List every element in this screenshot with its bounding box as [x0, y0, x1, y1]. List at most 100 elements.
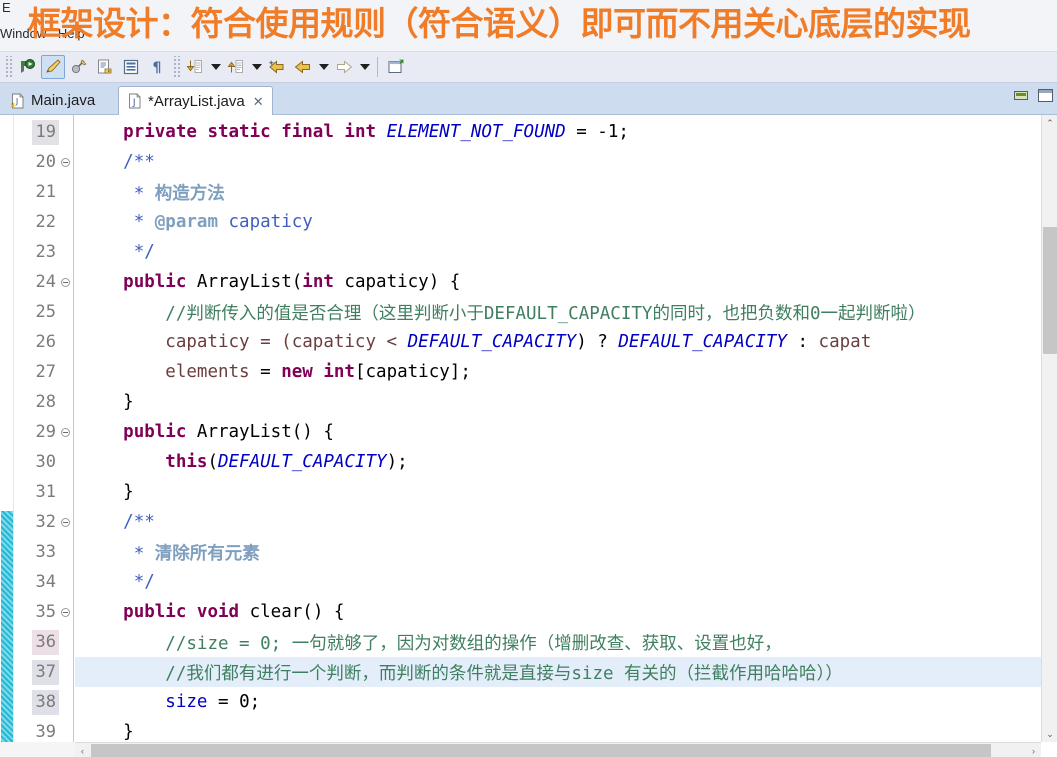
line-number[interactable]: 23 — [14, 237, 74, 267]
code-text-area[interactable]: private static final int ELEMENT_NOT_FOU… — [75, 115, 1057, 742]
fold-collapse-icon[interactable] — [59, 607, 72, 617]
scroll-right-icon[interactable]: › — [1026, 743, 1041, 757]
next-annotation-dropdown[interactable] — [208, 55, 223, 79]
code-line[interactable]: * 构造方法 — [75, 177, 1057, 207]
line-number-label: 31 — [35, 481, 56, 502]
line-number[interactable]: 37 — [14, 657, 74, 687]
svg-text:¶: ¶ — [153, 60, 162, 76]
fold-collapse-icon[interactable] — [59, 517, 72, 527]
next-annotation-icon[interactable] — [183, 55, 207, 79]
line-number[interactable]: 26 — [14, 327, 74, 357]
line-number[interactable]: 30 — [14, 447, 74, 477]
code-line[interactable]: * @param capaticy — [75, 207, 1057, 237]
tab-label: *ArrayList.java — [148, 92, 245, 110]
line-number[interactable]: 28 — [14, 387, 74, 417]
code-line[interactable]: capaticy = (capaticy < DEFAULT_CAPACITY)… — [75, 327, 1057, 357]
menu-fragment-top: E — [2, 0, 11, 15]
previous-annotation-icon[interactable] — [224, 55, 248, 79]
line-number[interactable]: 39 — [14, 717, 74, 742]
line-number[interactable]: 21 — [14, 177, 74, 207]
line-number[interactable]: 27 — [14, 357, 74, 387]
fold-collapse-icon[interactable] — [59, 277, 72, 287]
forward-icon[interactable] — [332, 55, 356, 79]
debug-icon[interactable] — [15, 55, 39, 79]
fold-collapse-icon[interactable] — [59, 427, 72, 437]
code-token: = -1; — [565, 122, 629, 142]
line-number[interactable]: 24 — [14, 267, 74, 297]
code-line[interactable]: elements = new int[capaticy]; — [75, 357, 1057, 387]
line-number-label: 38 — [31, 689, 59, 715]
fold-collapse-icon[interactable] — [59, 157, 72, 167]
line-number[interactable]: 19 — [14, 117, 74, 147]
new-window-icon[interactable] — [384, 55, 408, 79]
scroll-down-icon[interactable]: ⌄ — [1042, 726, 1057, 742]
line-number-label: 30 — [35, 451, 56, 472]
code-line-text: public void clear() { — [75, 602, 344, 622]
code-line-text: //size = 0; 一句就够了，因为对数组的操作（增删改查、获取、设置也好， — [75, 630, 781, 655]
code-line[interactable]: //我们都有进行一个判断，而判断的条件就是直接与size 有关的（拦截作用哈哈哈… — [75, 657, 1057, 687]
line-number[interactable]: 33 — [14, 537, 74, 567]
line-number[interactable]: 29 — [14, 417, 74, 447]
back-dropdown[interactable] — [316, 55, 331, 79]
toolbar-grip-1[interactable] — [4, 56, 12, 78]
code-token: */ — [133, 242, 155, 262]
line-number-label: 24 — [35, 271, 56, 292]
tab-main-java[interactable]: J ! Main.java — [2, 86, 103, 115]
line-number[interactable]: 36 — [14, 627, 74, 657]
new-java-file-icon[interactable] — [93, 55, 117, 79]
code-line[interactable]: this(DEFAULT_CAPACITY); — [75, 447, 1057, 477]
maximize-icon[interactable] — [1038, 89, 1053, 102]
code-line[interactable]: /** — [75, 147, 1057, 177]
scroll-up-icon[interactable]: ⌃ — [1042, 115, 1057, 131]
line-number[interactable]: 20 — [14, 147, 74, 177]
code-line[interactable]: */ — [75, 567, 1057, 597]
close-icon[interactable]: ✕ — [253, 95, 264, 108]
line-number[interactable]: 25 — [14, 297, 74, 327]
horizontal-scrollbar-thumb[interactable] — [91, 744, 991, 757]
pilcrow-icon[interactable]: ¶ — [145, 55, 169, 79]
code-line[interactable]: size = 0; — [75, 687, 1057, 717]
line-number[interactable]: 32 — [14, 507, 74, 537]
line-number[interactable]: 31 — [14, 477, 74, 507]
code-line[interactable]: } — [75, 717, 1057, 742]
line-number-gutter[interactable]: 19 20 21 22 23 24 25 26 27 28 29 30 31 32 33 34 35 36 37 38… — [14, 115, 74, 742]
code-line[interactable]: */ — [75, 237, 1057, 267]
code-line[interactable]: * 清除所有元素 — [75, 537, 1057, 567]
code-token: 0 — [239, 692, 250, 712]
toolbar-grip-2[interactable] — [172, 56, 180, 78]
line-number[interactable]: 22 — [14, 207, 74, 237]
horizontal-scrollbar[interactable]: ‹ › — [75, 742, 1041, 757]
minimize-icon[interactable] — [1014, 91, 1028, 100]
last-edit-location-icon[interactable] — [265, 55, 289, 79]
line-number[interactable]: 34 — [14, 567, 74, 597]
code-line[interactable]: } — [75, 477, 1057, 507]
open-type-icon[interactable] — [119, 55, 143, 79]
line-number[interactable]: 35 — [14, 597, 74, 627]
vertical-scrollbar-thumb[interactable] — [1043, 227, 1057, 354]
highlight-pen-icon[interactable] — [41, 55, 65, 79]
back-icon[interactable] — [291, 55, 315, 79]
code-line[interactable]: //size = 0; 一句就够了，因为对数组的操作（增删改查、获取、设置也好， — [75, 627, 1057, 657]
scroll-left-icon[interactable]: ‹ — [75, 743, 90, 757]
external-tools-icon[interactable] — [67, 55, 91, 79]
code-line[interactable]: } — [75, 387, 1057, 417]
code-line-text: //我们都有进行一个判断，而判断的条件就是直接与size 有关的（拦截作用哈哈哈… — [75, 660, 843, 685]
code-line[interactable]: //判断传入的值是否合理（这里判断小于DEFAULT_CAPACITY的同时，也… — [75, 297, 1057, 327]
tab-arraylist-java[interactable]: J *ArrayList.java ✕ — [118, 86, 273, 115]
code-line-text: * 清除所有元素 — [75, 540, 260, 565]
code-editor[interactable]: 19 20 21 22 23 24 25 26 27 28 29 30 31 32 33 34 35 36 37 38… — [0, 115, 1057, 742]
code-line[interactable]: private static final int ELEMENT_NOT_FOU… — [75, 117, 1057, 147]
code-line[interactable]: public ArrayList() { — [75, 417, 1057, 447]
code-line[interactable]: public ArrayList(int capaticy) { — [75, 267, 1057, 297]
forward-dropdown[interactable] — [357, 55, 372, 79]
code-line-text: private static final int ELEMENT_NOT_FOU… — [75, 122, 629, 142]
code-line[interactable]: public void clear() { — [75, 597, 1057, 627]
previous-annotation-dropdown[interactable] — [249, 55, 264, 79]
line-number[interactable]: 38 — [14, 687, 74, 717]
code-line[interactable]: /** — [75, 507, 1057, 537]
vertical-scrollbar[interactable]: ⌃ ⌄ — [1041, 115, 1057, 742]
